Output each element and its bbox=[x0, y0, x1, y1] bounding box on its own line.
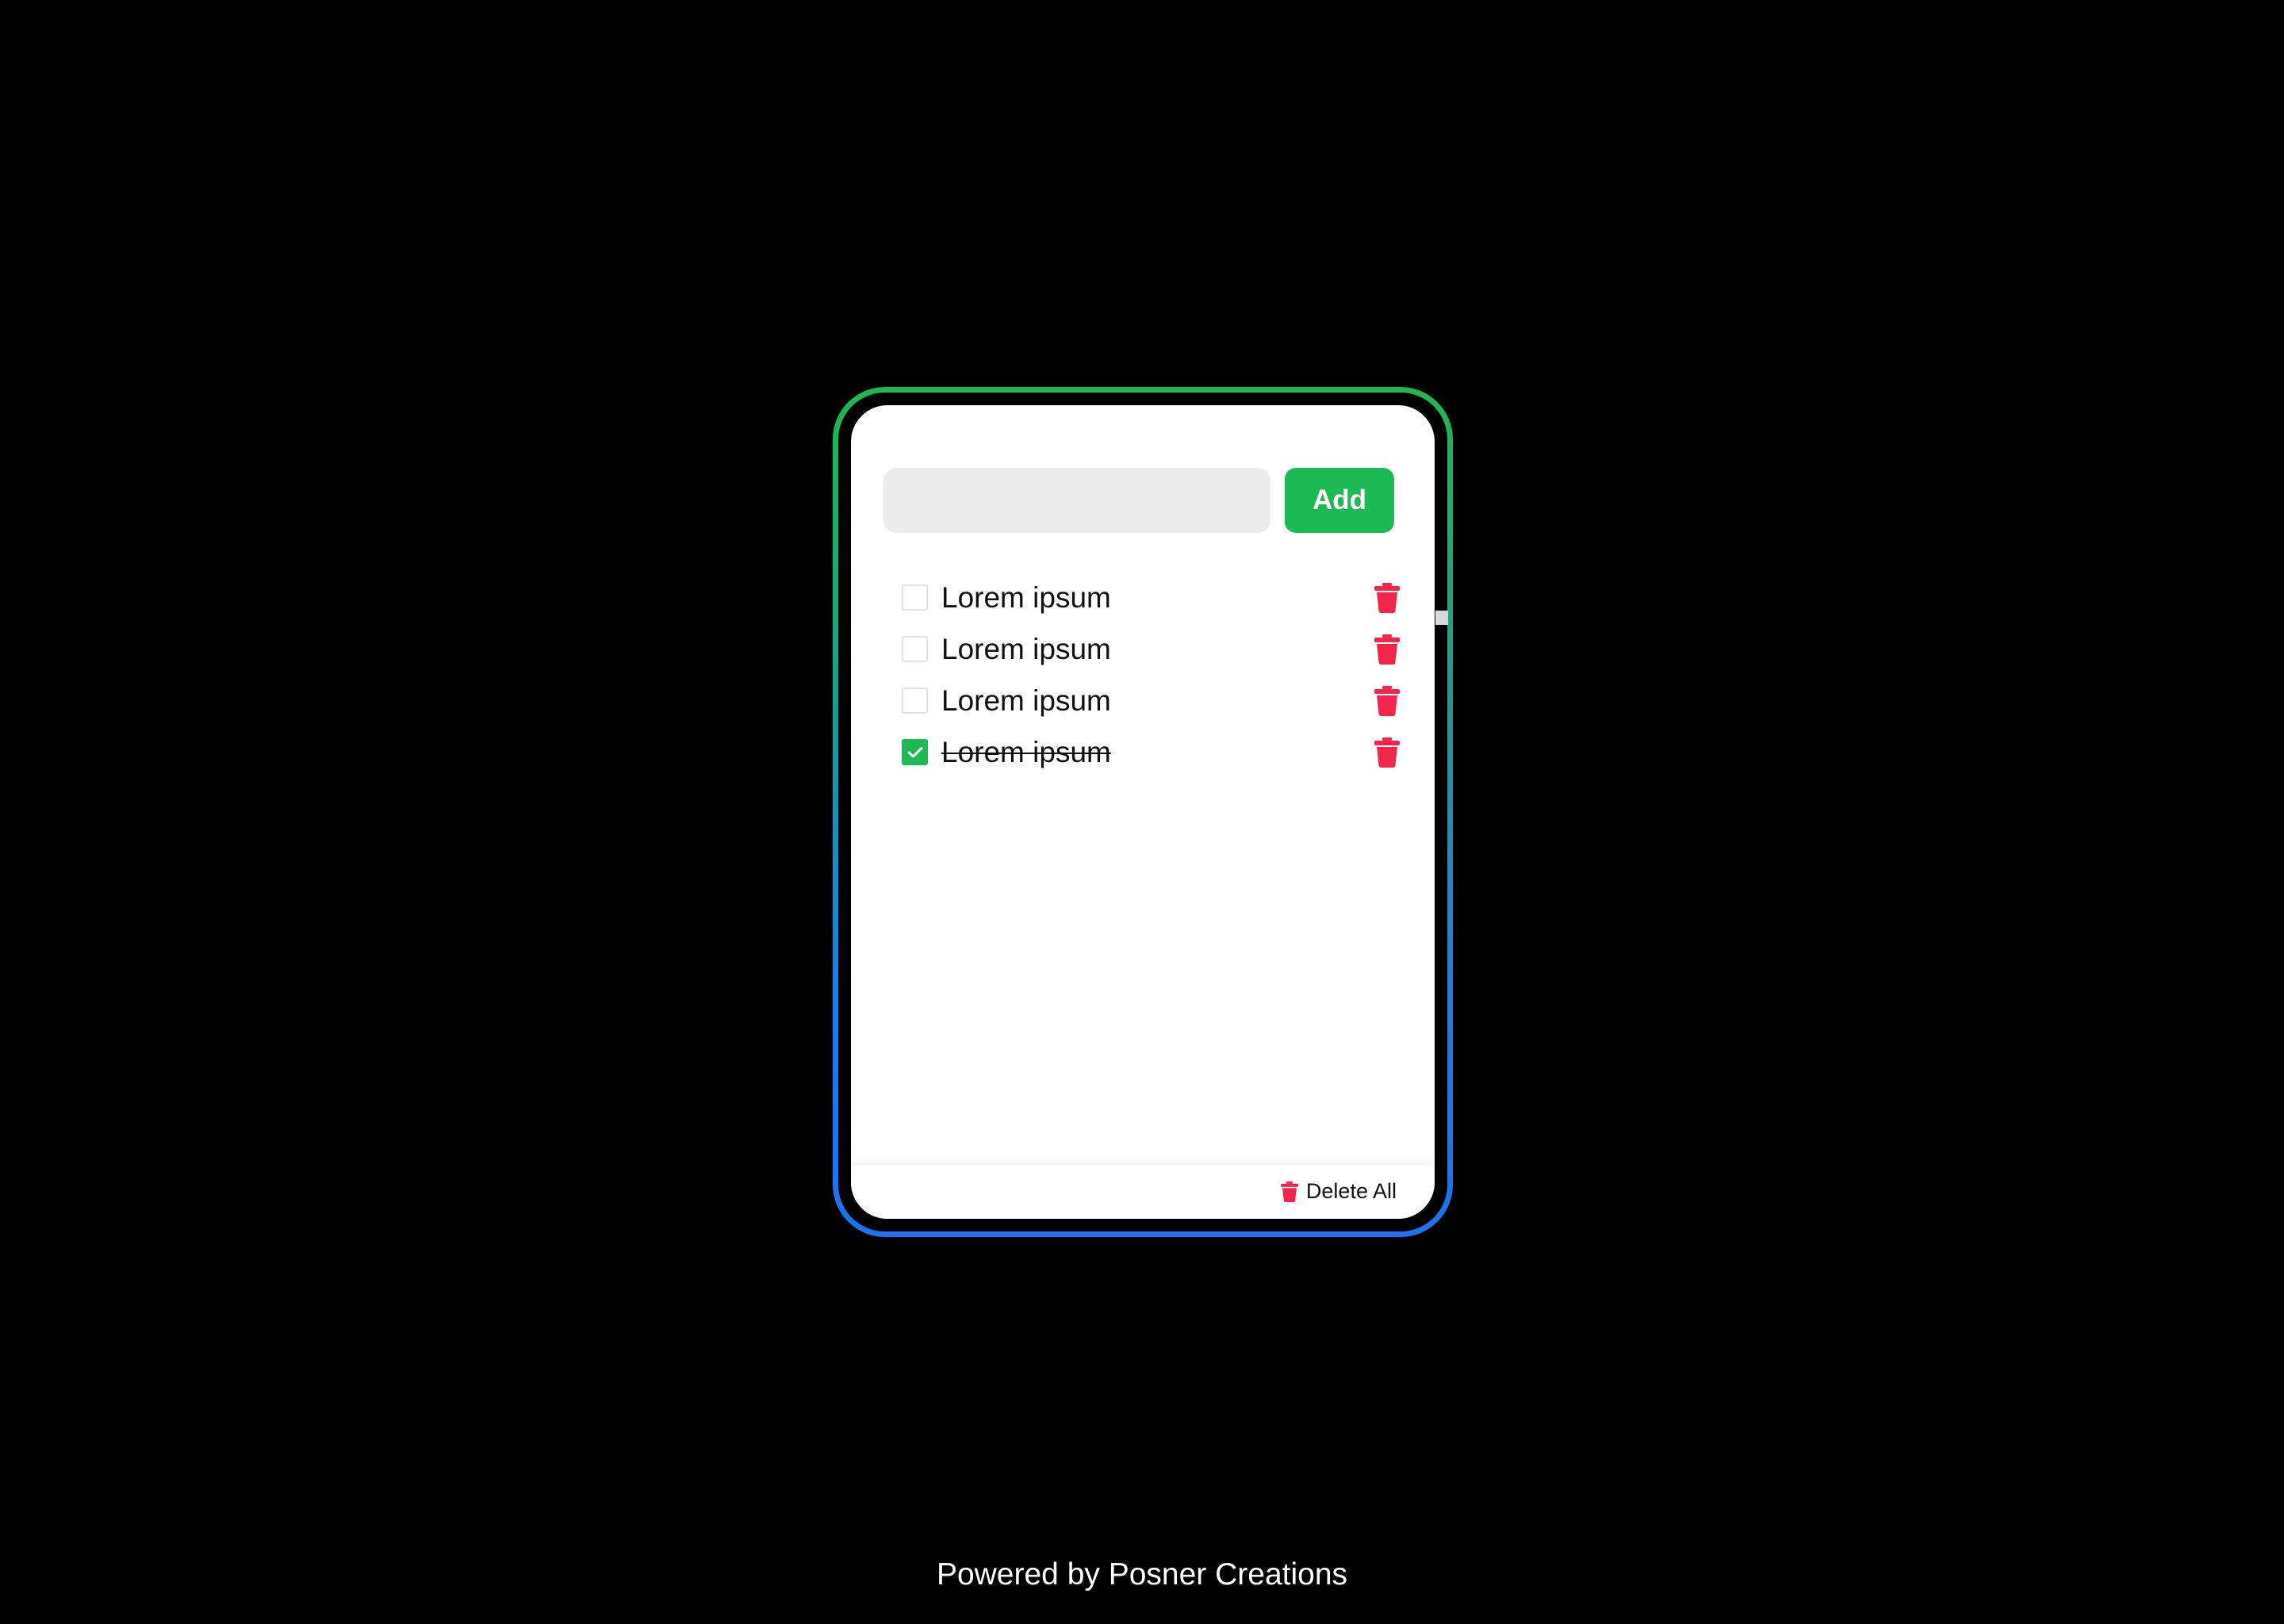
item-checkbox[interactable] bbox=[902, 636, 928, 662]
delete-item-button[interactable] bbox=[1371, 581, 1403, 615]
side-handle[interactable] bbox=[1435, 611, 1448, 625]
delete-item-button[interactable] bbox=[1371, 684, 1403, 718]
item-label: Lorem ipsum bbox=[941, 632, 1111, 665]
page: Add Lorem ipsum Lorem ipsum Lorem ipsum … bbox=[0, 0, 2284, 1624]
item-checkbox[interactable] bbox=[902, 688, 928, 714]
list-item: Lorem ipsum bbox=[902, 623, 1403, 675]
delete-all-button[interactable]: Delete All bbox=[1280, 1179, 1397, 1204]
trash-icon bbox=[1280, 1181, 1298, 1202]
todo-card: Add Lorem ipsum Lorem ipsum Lorem ipsum … bbox=[851, 405, 1435, 1219]
list-item: Lorem ipsum bbox=[902, 675, 1403, 726]
trash-icon bbox=[1374, 582, 1400, 613]
device-frame: Add Lorem ipsum Lorem ipsum Lorem ipsum … bbox=[833, 387, 1453, 1237]
powered-by-credit: Powered by Posner Creations bbox=[936, 1557, 1348, 1591]
device-bezel: Add Lorem ipsum Lorem ipsum Lorem ipsum … bbox=[838, 393, 1447, 1231]
item-checkbox[interactable] bbox=[902, 584, 928, 611]
list-item: Lorem ipsum bbox=[902, 572, 1403, 623]
item-checkbox-checked[interactable] bbox=[902, 739, 928, 765]
delete-item-button[interactable] bbox=[1371, 736, 1403, 769]
task-list: Lorem ipsum Lorem ipsum Lorem ipsum Lore… bbox=[902, 572, 1403, 778]
item-label: Lorem ipsum bbox=[941, 580, 1111, 614]
trash-icon bbox=[1374, 737, 1400, 768]
trash-icon bbox=[1374, 634, 1400, 665]
card-footer: Delete All bbox=[851, 1164, 1435, 1219]
delete-all-label: Delete All bbox=[1305, 1179, 1397, 1203]
delete-item-button[interactable] bbox=[1371, 633, 1403, 666]
add-task-row: Add bbox=[883, 468, 1394, 533]
check-icon bbox=[907, 746, 922, 757]
item-label-completed: Lorem ipsum bbox=[941, 735, 1111, 768]
add-button[interactable]: Add bbox=[1285, 468, 1394, 533]
trash-icon bbox=[1374, 685, 1400, 716]
task-input[interactable] bbox=[883, 468, 1270, 533]
item-label: Lorem ipsum bbox=[941, 684, 1111, 717]
list-item: Lorem ipsum bbox=[902, 726, 1403, 778]
